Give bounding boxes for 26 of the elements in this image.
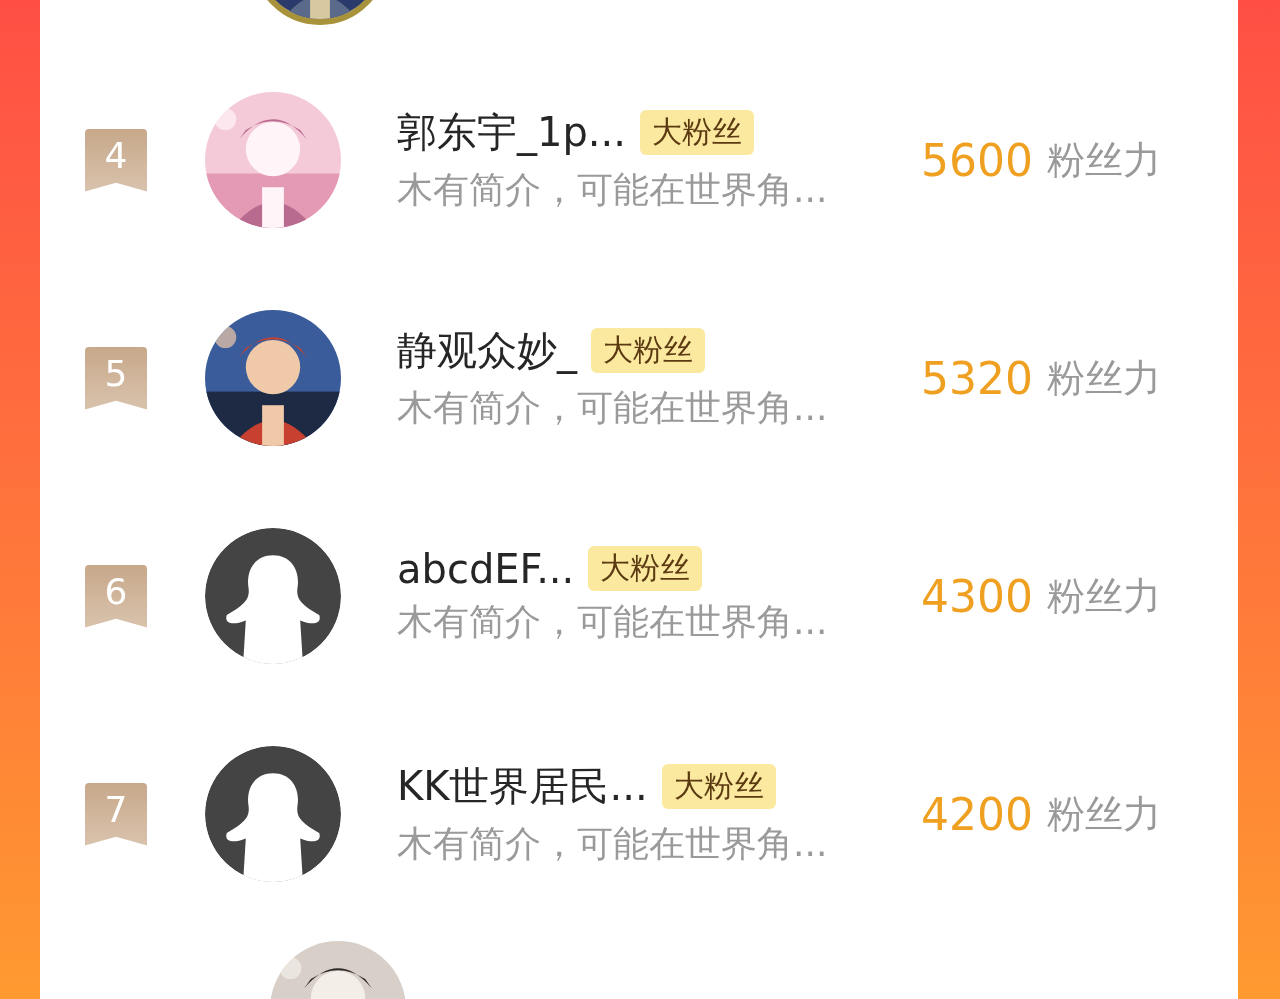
default-avatar-icon	[205, 746, 341, 882]
rank-ribbon: 4	[85, 128, 147, 192]
fan-score: 5600	[921, 134, 1033, 186]
fan-score: 4200	[921, 788, 1033, 840]
user-name[interactable]: 静观众妙_	[397, 323, 577, 378]
score-label: 粉丝力	[1047, 136, 1161, 184]
fan-score: 5320	[921, 352, 1033, 404]
user-name[interactable]: 郭东宇_1p...	[397, 105, 626, 160]
fan-level-tag: 大粉丝	[588, 546, 703, 591]
user-name[interactable]: KK世界居民...	[397, 759, 648, 814]
user-name[interactable]: abcdEF...	[397, 545, 575, 592]
default-avatar-icon	[205, 528, 341, 664]
user-bio: 木有简介，可能在世界角...	[397, 599, 829, 644]
user-bio: 木有简介，可能在世界角...	[397, 168, 829, 212]
score-label: 粉丝力	[1047, 354, 1161, 402]
rank-ribbon: 7	[85, 782, 147, 846]
score-label: 粉丝力	[1047, 572, 1161, 620]
fan-score: 4300	[921, 570, 1033, 622]
user-bio: 木有简介，可能在世界角...	[397, 386, 829, 430]
score-label: 粉丝力	[1047, 790, 1161, 838]
fan-level-tag: 大粉丝	[591, 328, 705, 373]
user-bio: 木有简介，可能在世界角...	[397, 822, 829, 866]
rank-ribbon: 6	[85, 564, 147, 628]
fan-level-tag: 大粉丝	[661, 764, 776, 809]
fan-level-tag: 大粉丝	[640, 110, 754, 155]
rank-ribbon: 5	[85, 346, 147, 410]
